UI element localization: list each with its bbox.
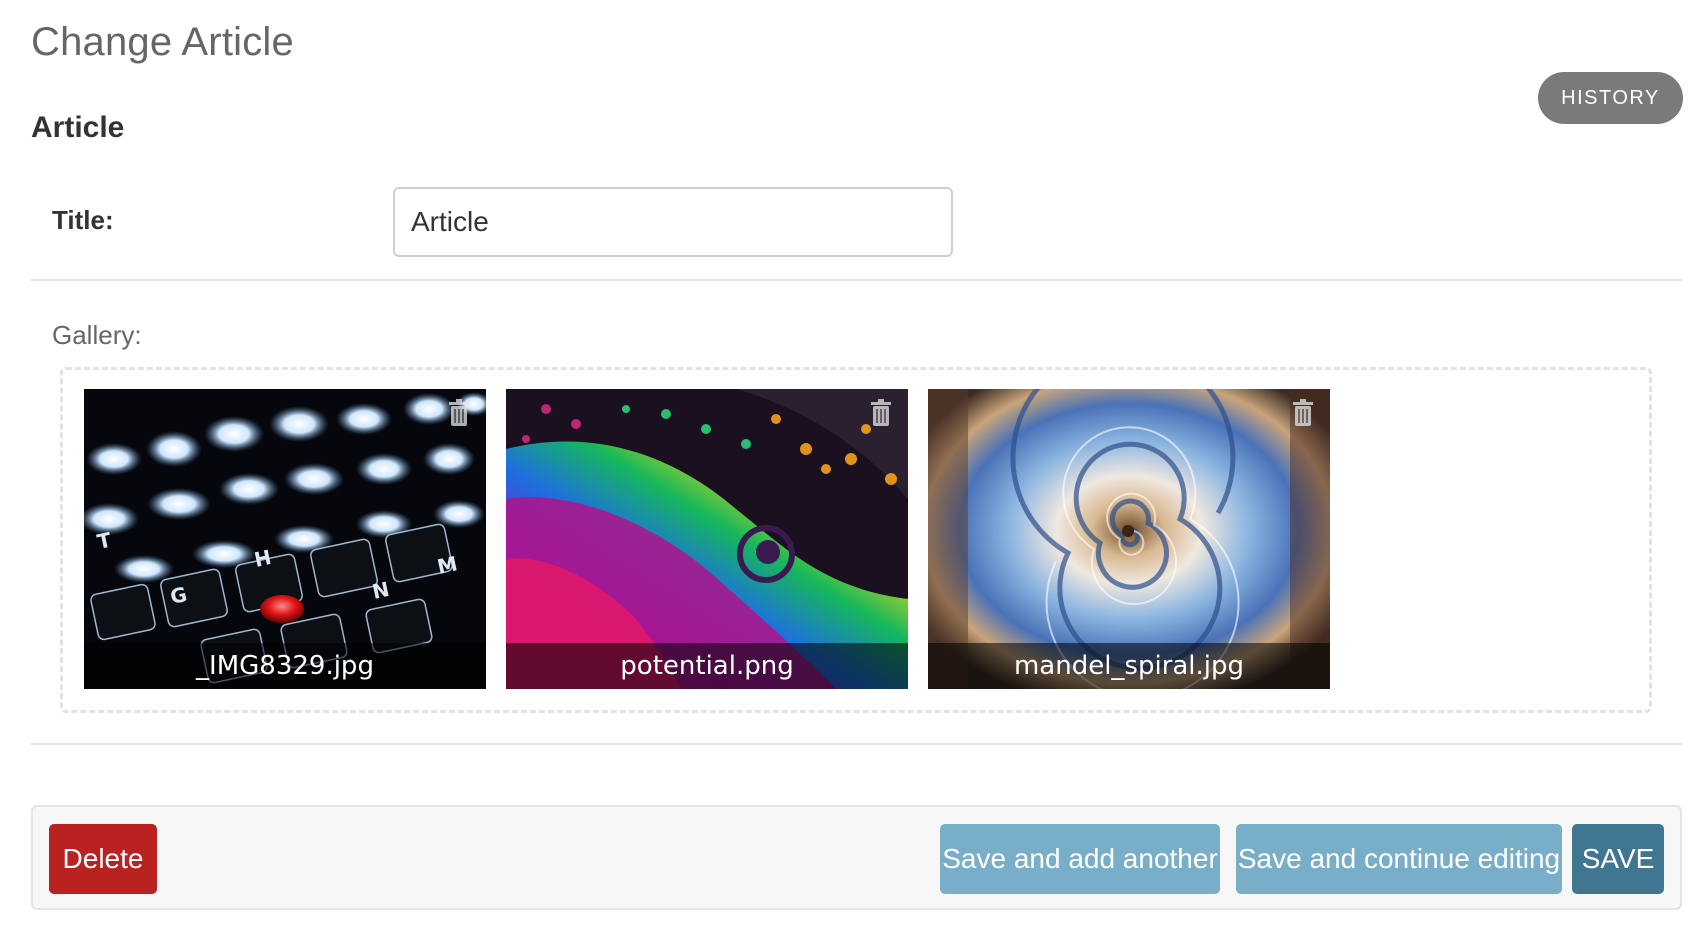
gallery-item-filename: potential.png bbox=[506, 643, 908, 689]
title-label: Title: bbox=[52, 205, 114, 235]
trash-icon[interactable] bbox=[1292, 399, 1314, 427]
title-input[interactable] bbox=[393, 187, 953, 257]
page-title: Change Article bbox=[31, 20, 294, 64]
save-button[interactable]: SAVE bbox=[1572, 824, 1664, 894]
delete-button[interactable]: Delete bbox=[49, 824, 157, 894]
gallery-item-filename: mandel_spiral.jpg bbox=[928, 643, 1330, 689]
gallery-item[interactable]: potential.png bbox=[506, 389, 908, 689]
gallery-item-filename: _IMG8329.jpg bbox=[84, 643, 486, 689]
save-and-add-another-button[interactable]: Save and add another bbox=[940, 824, 1220, 894]
trash-icon[interactable] bbox=[448, 399, 470, 427]
fieldset-title: Article bbox=[31, 111, 125, 144]
gallery-label: Gallery: bbox=[52, 320, 142, 350]
save-and-continue-button[interactable]: Save and continue editing bbox=[1236, 824, 1562, 894]
history-button[interactable]: HISTORY bbox=[1538, 72, 1683, 124]
divider bbox=[31, 743, 1682, 745]
gallery-item[interactable]: mandel_spiral.jpg bbox=[928, 389, 1330, 689]
trash-icon[interactable] bbox=[870, 399, 892, 427]
gallery-item[interactable]: G H N M T _IMG8329.jpg bbox=[84, 389, 486, 689]
divider bbox=[31, 279, 1682, 281]
admin-change-form: Change Article HISTORY Article Title: Ga… bbox=[0, 0, 1696, 932]
